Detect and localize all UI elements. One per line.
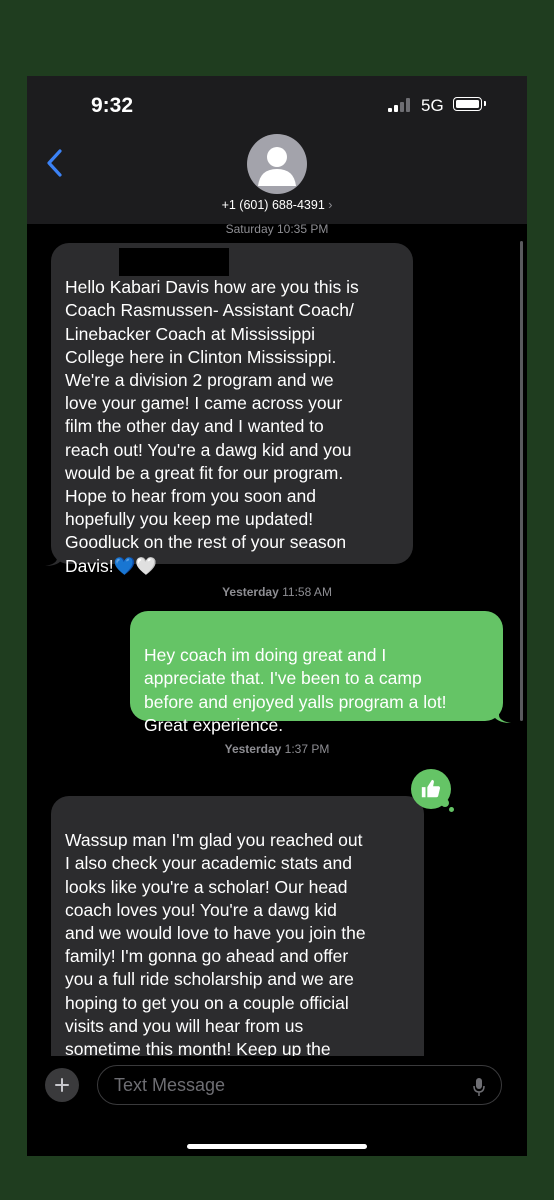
conversation-header: 9:32 5G +1 (601) 688-4391 › xyxy=(27,76,527,224)
plus-icon xyxy=(55,1078,69,1092)
thumbs-up-icon xyxy=(421,779,441,798)
timestamp-first: Saturday 10:35 PM xyxy=(225,222,329,236)
redaction-bar xyxy=(119,248,229,276)
reaction-badge[interactable] xyxy=(411,769,451,809)
signal-icon xyxy=(388,98,412,112)
timestamp-second: Yesterday 11:58 AM xyxy=(222,585,332,599)
message-text: Wassup man I'm glad you reached out I al… xyxy=(65,830,366,1082)
status-time: 9:32 xyxy=(91,94,134,117)
message-bubble-sent-1[interactable]: Hey coach im doing great and I appreciat… xyxy=(130,611,503,735)
microphone-icon[interactable] xyxy=(473,1077,485,1097)
apps-button[interactable] xyxy=(45,1068,79,1102)
contact-phone-number[interactable]: +1 (601) 688-4391 › xyxy=(27,198,527,212)
network-type: 5G xyxy=(421,96,444,115)
message-input-placeholder: Text Message xyxy=(114,1075,226,1095)
timestamp-third: Yesterday 1:37 PM xyxy=(224,742,330,756)
scrollbar[interactable] xyxy=(520,241,523,721)
person-icon[interactable] xyxy=(247,134,307,194)
composer-bar: Text Message xyxy=(27,1056,527,1156)
message-bubble-received-2[interactable]: Wassup man I'm glad you reached out I al… xyxy=(51,796,424,1082)
battery-icon xyxy=(453,97,486,111)
message-text: Hello Kabari Davis how are you this is C… xyxy=(65,277,359,576)
chevron-right-icon: › xyxy=(328,198,333,212)
message-text: Hey coach im doing great and I appreciat… xyxy=(144,645,447,735)
message-bubble-received-1[interactable]: Hello Kabari Davis how are you this is C… xyxy=(51,243,413,576)
bubble-tail xyxy=(493,705,511,723)
reaction-tail xyxy=(449,807,454,812)
message-input[interactable]: Text Message xyxy=(97,1065,502,1105)
chevron-left-icon[interactable] xyxy=(44,148,66,178)
messages-screen: Saturday 10:35 PM Hello Kabari Davis how… xyxy=(27,76,527,1156)
home-indicator[interactable] xyxy=(187,1144,367,1149)
